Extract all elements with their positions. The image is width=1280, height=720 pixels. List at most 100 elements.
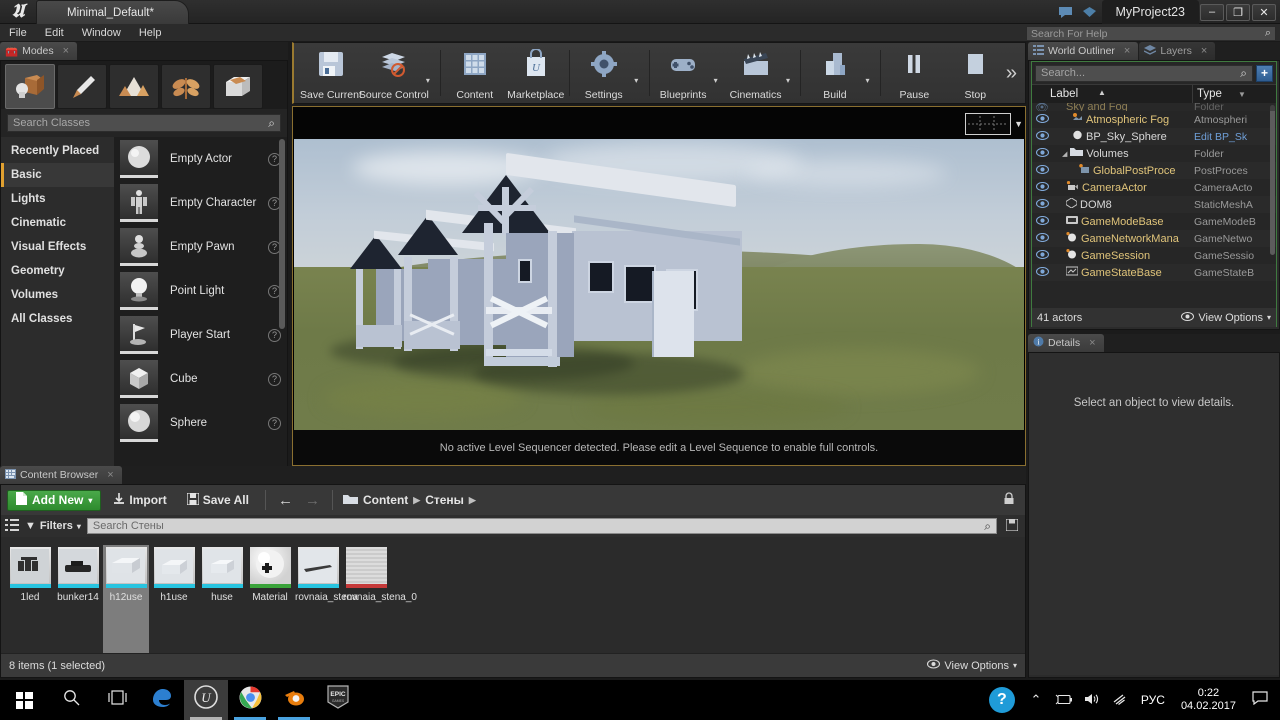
category-lights[interactable]: Lights xyxy=(1,187,114,211)
expand-arrow-icon[interactable]: ◢ xyxy=(1062,150,1067,158)
column-label[interactable]: Label ▲ xyxy=(1032,85,1192,103)
outliner-scrollbar[interactable] xyxy=(1270,105,1275,255)
volume-icon[interactable] xyxy=(1079,693,1105,708)
save-search-icon[interactable] xyxy=(1003,517,1021,534)
table-row[interactable]: 👁 Sky and Fog Folder xyxy=(1032,103,1276,111)
visibility-eye-icon[interactable] xyxy=(1032,198,1052,211)
level-viewport[interactable]: ▼ No active Level Sequencer detected. Pl… xyxy=(292,106,1026,466)
mode-foliage[interactable] xyxy=(161,64,211,109)
taskbar-app-chrome[interactable] xyxy=(228,680,272,720)
mode-geometry-edit[interactable] xyxy=(213,64,263,109)
viewport-3d-scene[interactable] xyxy=(294,139,1024,430)
list-item[interactable]: Empty Actor ? xyxy=(114,137,287,181)
visibility-eye-icon[interactable] xyxy=(1032,232,1052,245)
close-icon[interactable]: × xyxy=(1201,45,1207,57)
help-icon[interactable]: ? xyxy=(268,372,281,386)
start-button[interactable] xyxy=(0,680,48,720)
taskbar-search-button[interactable] xyxy=(48,680,94,720)
source-control-dropdown-icon[interactable]: ▾ xyxy=(426,62,437,85)
table-row[interactable]: GameSession GameSessio xyxy=(1032,247,1276,264)
visibility-eye-icon[interactable] xyxy=(1032,130,1052,143)
list-item[interactable]: Player Start ? xyxy=(114,313,287,357)
help-icon[interactable]: ? xyxy=(268,416,281,430)
outliner-row-list[interactable]: 👁 Sky and Fog Folder Atmospheric Fog Atm xyxy=(1032,103,1276,308)
table-row[interactable]: BP_Sky_Sphere Edit BP_Sk xyxy=(1032,128,1276,145)
mode-place[interactable] xyxy=(5,64,55,109)
feedback-icon[interactable] xyxy=(1054,0,1078,24)
wifi-icon[interactable] xyxy=(1107,693,1133,708)
table-row[interactable]: GameModeBase GameModeB xyxy=(1032,213,1276,230)
table-row[interactable]: Atmospheric Fog Atmospheri xyxy=(1032,111,1276,128)
build-button[interactable]: Build xyxy=(804,45,865,101)
import-button[interactable]: Import xyxy=(105,492,174,508)
category-recently-placed[interactable]: Recently Placed xyxy=(1,139,114,163)
category-basic[interactable]: Basic xyxy=(1,163,114,187)
asset-tile[interactable]: 1led xyxy=(7,545,53,661)
table-row[interactable]: GameStateBase GameStateB xyxy=(1032,264,1276,281)
save-current-button[interactable]: Save Current xyxy=(300,45,362,101)
close-icon[interactable]: × xyxy=(107,469,113,481)
table-row[interactable]: DOM8 StaticMeshA xyxy=(1032,196,1276,213)
table-row[interactable]: CameraActor CameraActo xyxy=(1032,179,1276,196)
pause-button[interactable]: Pause xyxy=(884,45,945,101)
asset-tile[interactable]: h1use xyxy=(151,545,197,661)
content-search-input[interactable]: Search Стены ⌕ xyxy=(86,518,997,534)
visibility-eye-icon[interactable]: 👁 xyxy=(1032,103,1052,111)
settings-dropdown-icon[interactable]: ▾ xyxy=(634,62,645,85)
sequencer-dropdown-icon[interactable]: ▼ xyxy=(1014,119,1023,129)
category-volumes[interactable]: Volumes xyxy=(1,283,114,307)
table-row[interactable]: GlobalPostProce PostProces xyxy=(1032,162,1276,179)
marketplace-icon[interactable] xyxy=(1078,0,1102,24)
close-icon[interactable]: × xyxy=(63,45,69,57)
settings-button[interactable]: Settings xyxy=(573,45,634,101)
close-icon[interactable]: × xyxy=(1089,337,1095,349)
battery-icon[interactable] xyxy=(1051,693,1077,708)
nav-forward-icon[interactable]: → xyxy=(301,492,324,509)
notification-icon[interactable] xyxy=(1246,691,1274,709)
nav-back-icon[interactable]: ← xyxy=(274,492,297,509)
list-item[interactable]: Point Light ? xyxy=(114,269,287,313)
marketplace-button[interactable]: U Marketplace xyxy=(505,45,566,101)
search-classes-input[interactable]: Search Classes ⌕ xyxy=(7,114,281,132)
breadcrumb-steny[interactable]: Стены xyxy=(425,493,464,507)
asset-tile[interactable]: rovnaia_stena xyxy=(295,545,358,661)
lock-icon[interactable] xyxy=(1003,492,1019,508)
cinematics-dropdown-icon[interactable]: ▾ xyxy=(786,62,797,85)
asset-tile[interactable]: bunker14 xyxy=(55,545,101,661)
tab-content-browser[interactable]: Content Browser × xyxy=(0,466,122,484)
close-button[interactable]: ✕ xyxy=(1252,3,1276,21)
visibility-eye-icon[interactable] xyxy=(1032,164,1052,177)
breadcrumb-content[interactable]: Content xyxy=(363,493,408,507)
tab-world-outliner[interactable]: World Outliner × xyxy=(1028,42,1139,60)
help-icon[interactable]: ? xyxy=(268,328,281,342)
list-item[interactable]: Empty Character ? xyxy=(114,181,287,225)
save-all-button[interactable]: Save All xyxy=(179,491,257,508)
mode-landscape[interactable] xyxy=(109,64,159,109)
category-all-classes[interactable]: All Classes xyxy=(1,307,114,331)
clock[interactable]: 0:22 04.02.2017 xyxy=(1173,687,1244,713)
close-icon[interactable]: × xyxy=(1124,45,1130,57)
help-circle-icon[interactable]: ? xyxy=(988,687,1015,713)
add-new-button[interactable]: Add New ▾ xyxy=(7,489,102,511)
build-dropdown-icon[interactable]: ▾ xyxy=(865,62,876,85)
blueprints-dropdown-icon[interactable]: ▾ xyxy=(714,62,725,85)
asset-tile[interactable]: huse xyxy=(199,545,245,661)
visibility-eye-icon[interactable] xyxy=(1032,249,1052,262)
taskbar-app-blender[interactable] xyxy=(272,680,316,720)
content-button[interactable]: Content xyxy=(444,45,505,101)
visibility-eye-icon[interactable] xyxy=(1032,113,1052,126)
table-row[interactable]: ◢ Volumes Folder xyxy=(1032,145,1276,162)
asset-tile[interactable]: Material xyxy=(247,545,293,661)
tab-layers[interactable]: Layers × xyxy=(1139,42,1216,60)
chevron-up-icon[interactable]: ⌃ xyxy=(1023,692,1049,708)
level-tab[interactable]: Minimal_Default* xyxy=(36,0,189,24)
filters-button[interactable]: ▼ Filters ▾ xyxy=(25,520,81,532)
tab-modes[interactable]: 🧰 Modes × xyxy=(0,42,78,60)
task-view-button[interactable] xyxy=(94,680,140,720)
list-item[interactable]: Cube ? xyxy=(114,357,287,401)
taskbar-app-unreal-engine[interactable]: U xyxy=(184,680,228,720)
help-search-input[interactable]: Search For Help ⌕ xyxy=(1026,26,1276,41)
sources-panel-icon[interactable] xyxy=(5,518,19,534)
language-indicator[interactable]: РУС xyxy=(1135,693,1171,707)
column-type[interactable]: Type ▼ xyxy=(1192,85,1276,103)
